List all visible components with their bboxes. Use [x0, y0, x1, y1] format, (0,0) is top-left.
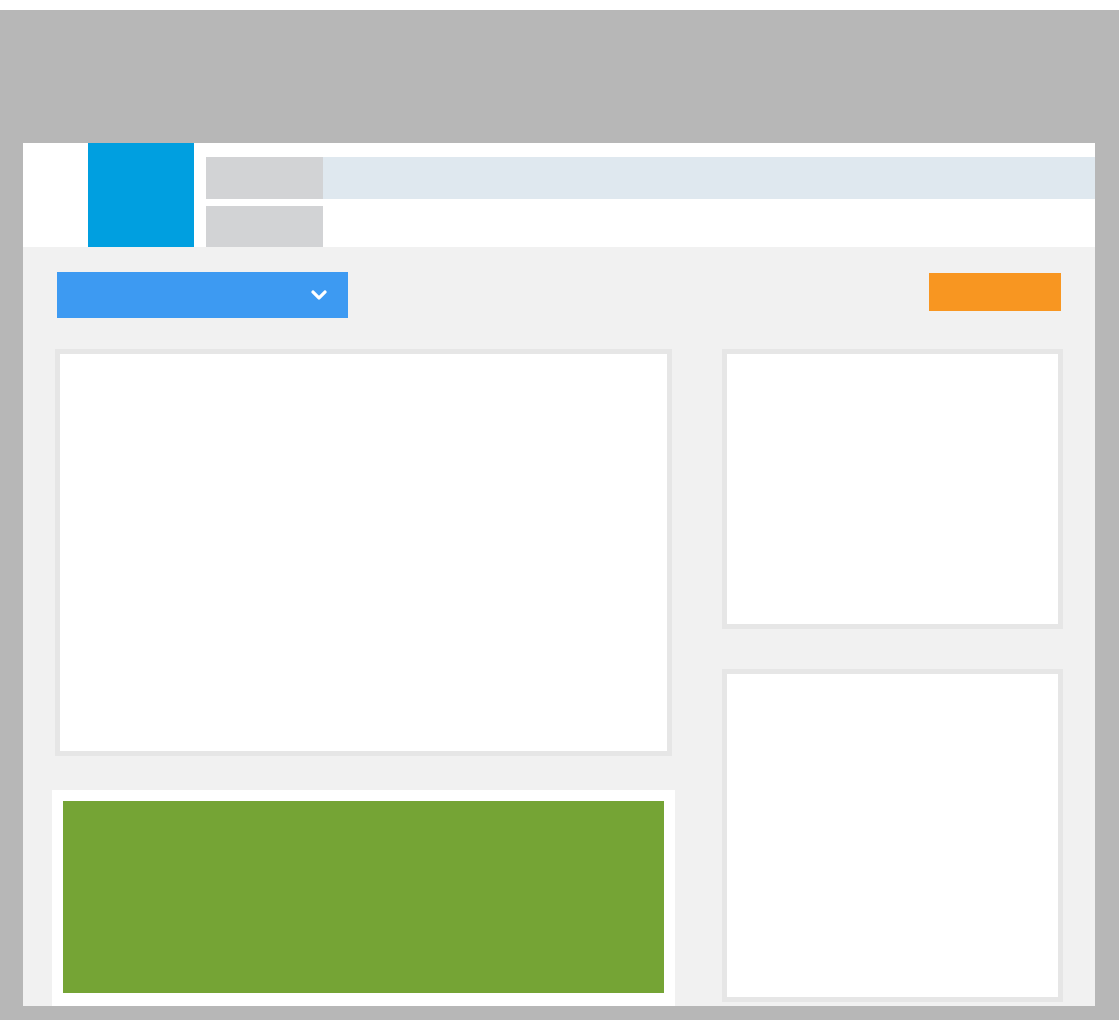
main-content-panel: [55, 349, 672, 756]
banner-card: [52, 790, 675, 1006]
nav-tab-2[interactable]: [206, 206, 323, 247]
promo-banner[interactable]: [63, 801, 664, 993]
nav-tab-1[interactable]: [206, 157, 323, 199]
browser-frame: [0, 10, 1119, 1020]
site-header: [23, 143, 1095, 247]
logo[interactable]: [88, 143, 194, 247]
chevron-down-icon: [311, 290, 327, 300]
category-dropdown[interactable]: [57, 272, 348, 318]
nav-bar: [206, 157, 1095, 199]
sidebar-panel-top: [722, 349, 1063, 629]
sidebar-panel-bottom: [722, 669, 1063, 1002]
page: [23, 143, 1095, 1006]
action-button[interactable]: [929, 273, 1061, 311]
